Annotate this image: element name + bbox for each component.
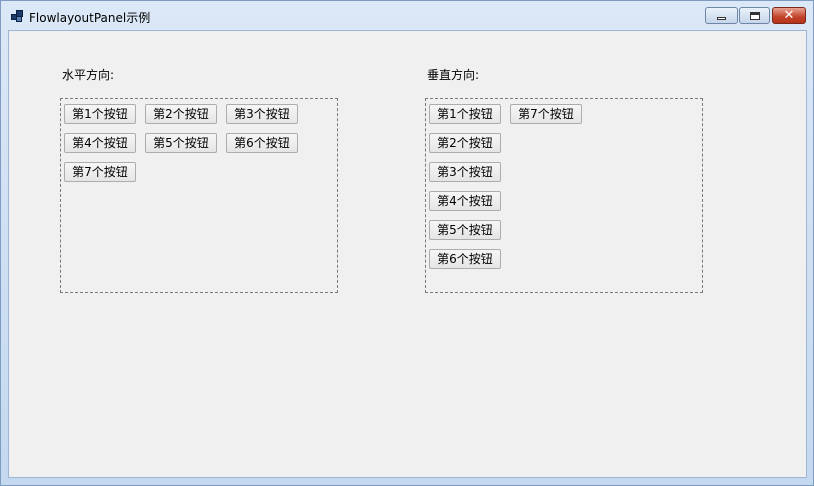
horizontal-button-4[interactable]: 第4个按钮 — [64, 133, 136, 153]
vertical-button-7[interactable]: 第7个按钮 — [510, 104, 582, 124]
horizontal-button-3[interactable]: 第3个按钮 — [226, 104, 298, 124]
window-title: FlowlayoutPanel示例 — [29, 11, 151, 25]
horizontal-button-2[interactable]: 第2个按钮 — [145, 104, 217, 124]
vertical-button-5[interactable]: 第5个按钮 — [429, 220, 501, 240]
horizontal-label: 水平方向: — [62, 68, 115, 82]
vertical-label: 垂直方向: — [427, 68, 480, 82]
title-bar[interactable]: FlowlayoutPanel示例 ✕ — [1, 1, 813, 31]
vertical-button-6[interactable]: 第6个按钮 — [429, 249, 501, 269]
minimize-button[interactable] — [705, 7, 738, 24]
maximize-icon — [750, 12, 760, 20]
horizontal-button-7[interactable]: 第7个按钮 — [64, 162, 136, 182]
maximize-button[interactable] — [739, 7, 770, 24]
app-window: FlowlayoutPanel示例 ✕ 水平方向: 第1个按钮 第2个按钮 第3… — [0, 0, 814, 486]
horizontal-button-1[interactable]: 第1个按钮 — [64, 104, 136, 124]
form-client-area: 水平方向: 第1个按钮 第2个按钮 第3个按钮 第4个按钮 第5个按钮 第6个按… — [8, 30, 807, 478]
vertical-button-1[interactable]: 第1个按钮 — [429, 104, 501, 124]
close-icon: ✕ — [783, 8, 795, 23]
horizontal-flow-panel: 第1个按钮 第2个按钮 第3个按钮 第4个按钮 第5个按钮 第6个按钮 第7个按… — [60, 98, 338, 293]
vertical-button-3[interactable]: 第3个按钮 — [429, 162, 501, 182]
vertical-button-2[interactable]: 第2个按钮 — [429, 133, 501, 153]
vertical-flow-panel: 第1个按钮 第2个按钮 第3个按钮 第4个按钮 第5个按钮 第6个按钮 第7个按… — [425, 98, 703, 293]
close-button[interactable]: ✕ — [772, 7, 806, 24]
minimize-icon — [717, 17, 726, 20]
vertical-button-4[interactable]: 第4个按钮 — [429, 191, 501, 211]
horizontal-button-6[interactable]: 第6个按钮 — [226, 133, 298, 153]
app-icon — [11, 10, 23, 22]
horizontal-button-5[interactable]: 第5个按钮 — [145, 133, 217, 153]
